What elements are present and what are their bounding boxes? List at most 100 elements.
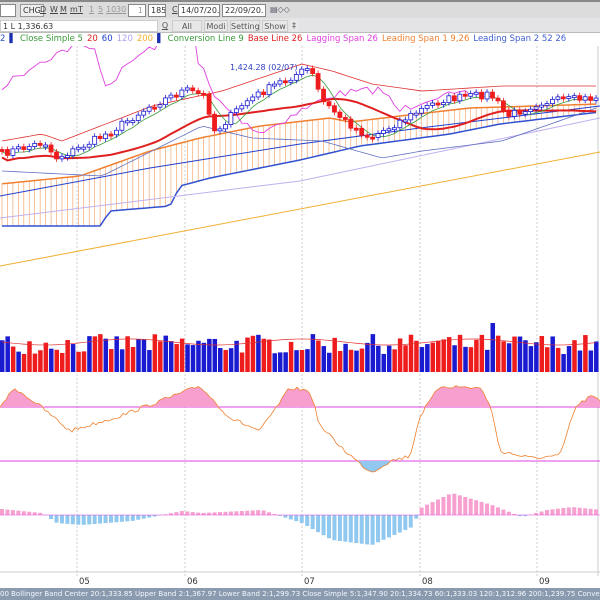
macd-bar [321, 515, 326, 536]
stock-chart[interactable]: 1,424.28 (02/07) [0, 46, 600, 576]
macd-bar [27, 511, 32, 515]
bars-field[interactable]: 185 [148, 4, 166, 17]
volume-bar [441, 339, 446, 372]
legend-item: ▌ [9, 34, 16, 44]
bollinger-lower [1, 107, 597, 177]
x-axis-label: 05 [79, 577, 90, 587]
legend-item: ▌ [157, 34, 164, 44]
candle [566, 96, 572, 100]
candle [168, 94, 174, 99]
show-button[interactable]: Show [262, 20, 288, 32]
macd-bar [261, 510, 266, 515]
legend-item: 60 [101, 34, 113, 44]
candle [15, 146, 21, 150]
candle [337, 111, 343, 118]
volume-bar [327, 352, 332, 372]
candle [124, 120, 130, 124]
volume-bar [490, 323, 495, 372]
macd-bar [130, 515, 135, 521]
symbol-input[interactable] [0, 4, 16, 17]
macd-bar [103, 515, 108, 524]
volume-bar [354, 350, 359, 372]
modi-button[interactable]: Modi [204, 20, 228, 32]
price-field[interactable]: 1 L 1,336.63 [0, 20, 158, 32]
macd-bar [185, 511, 190, 515]
volume-bar [27, 341, 32, 372]
volume-bar [125, 336, 130, 372]
candle [173, 94, 179, 98]
macd-bar [506, 511, 511, 515]
macd-bar [190, 512, 195, 515]
macd-bar [495, 507, 500, 515]
macd-bar [54, 515, 59, 523]
volume-bar [70, 344, 76, 372]
legend-item: Lagging Span 26 [306, 34, 378, 44]
candle [255, 91, 261, 98]
legend-item: Leading Span 1 9,26 [381, 34, 470, 44]
period-tick[interactable]: T [76, 4, 85, 17]
min-1[interactable]: 1 [87, 4, 96, 17]
period-daily[interactable]: D [38, 4, 48, 17]
candle [457, 93, 463, 102]
candle [446, 95, 452, 104]
ma-60-line [0, 105, 600, 197]
macd-bar [583, 508, 588, 515]
volume-bar [365, 342, 370, 372]
volume-bar [436, 340, 441, 372]
candle [70, 148, 76, 156]
volume-bar [545, 347, 550, 372]
macd-bar [114, 515, 119, 523]
macd-bar [174, 512, 179, 515]
macd-bar [348, 515, 353, 543]
min-30[interactable]: 30 [114, 4, 128, 17]
macd-bar [550, 509, 555, 515]
macd-bar [201, 512, 206, 515]
candle [370, 136, 376, 140]
macd-bar [16, 510, 21, 515]
end-date-select[interactable]: 22/09/20. [222, 4, 266, 17]
candle [32, 142, 38, 147]
macd-bar [365, 515, 370, 545]
volume-bar [446, 337, 452, 372]
volume-bar [539, 336, 545, 372]
count-field[interactable]: 1 [128, 4, 146, 17]
pin-icon[interactable]: ‡ [290, 20, 298, 32]
candle [103, 133, 108, 139]
volume-bar [392, 349, 397, 372]
candle [195, 90, 201, 94]
volume-bar [359, 348, 365, 372]
volume-bar [10, 346, 16, 372]
volume-bar [550, 336, 555, 372]
volume-bar [43, 342, 49, 372]
volume-bar [294, 350, 299, 372]
volume-bar [261, 338, 267, 372]
q-button[interactable]: Q [160, 20, 170, 32]
macd-bar [572, 507, 577, 515]
ma-120-line [0, 117, 600, 219]
nav-icons[interactable]: ▤◇◇ [268, 4, 298, 17]
volume-bar [555, 347, 561, 372]
candle [5, 149, 10, 156]
candle [522, 111, 528, 115]
macd-bar [10, 510, 15, 515]
macd-bar [65, 515, 70, 524]
macd-bar [92, 515, 97, 524]
all-button[interactable]: All [172, 20, 202, 32]
volume-bar [201, 342, 207, 372]
volume-bar [534, 342, 539, 372]
volume-bar [332, 337, 337, 372]
candle [588, 96, 593, 101]
candle [479, 91, 485, 100]
setting-button[interactable]: Setting [230, 20, 260, 32]
start-date: 14/07/20. [181, 6, 220, 15]
volume-bar [174, 344, 179, 372]
candle [571, 95, 577, 99]
volume-bar [136, 339, 141, 372]
macd-bar [501, 509, 506, 515]
volume-bar [561, 353, 566, 372]
candle [430, 102, 435, 106]
volume-bar [299, 349, 305, 372]
start-date-select[interactable]: 14/07/20. [178, 4, 220, 17]
macd-bar [386, 515, 391, 538]
candle [555, 96, 561, 100]
